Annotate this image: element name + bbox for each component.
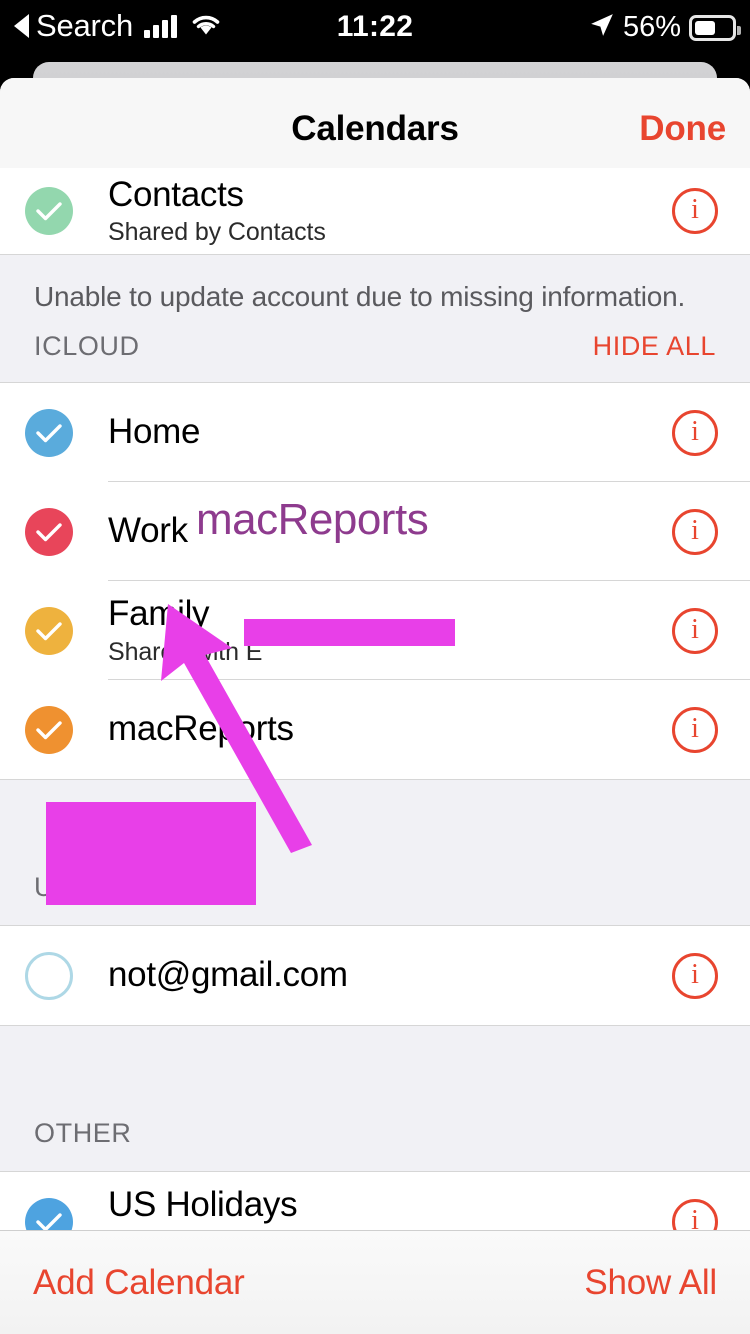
add-calendar-button[interactable]: Add Calendar [33, 1263, 245, 1303]
calendar-checkmark-icon[interactable] [25, 951, 73, 1000]
status-bar-right: 56% [589, 11, 741, 44]
battery-percent-label: 56% [622, 11, 681, 43]
section-header-icloud: ICLOUD HIDE ALL [0, 323, 750, 383]
calendar-row-text: Contacts Shared by Contacts [108, 175, 672, 248]
status-bar: Search 11:22 56% [0, 0, 750, 60]
calendar-row-text: not@gmail.com [108, 955, 672, 996]
page-title: Calendars [291, 109, 459, 148]
info-button[interactable]: i [672, 188, 718, 234]
calendar-row-text: macReports [108, 709, 672, 750]
calendar-row-family[interactable]: Family Shared with E i [0, 581, 750, 680]
section-label: OTHER [34, 1118, 132, 1148]
section-header-other: OTHER [0, 1025, 750, 1172]
calendar-name: not@gmail.com [108, 955, 348, 995]
calendar-name: macReports [108, 709, 294, 749]
calendar-row-home[interactable]: Home i [0, 383, 750, 482]
calendar-name: Contacts [108, 174, 244, 214]
calendar-row-text: Home [108, 412, 672, 453]
battery-icon [689, 14, 741, 41]
info-button[interactable]: i [672, 508, 718, 555]
bottom-toolbar: Add Calendar Show All [0, 1230, 750, 1334]
info-button[interactable]: i [672, 409, 718, 456]
info-button[interactable]: i [672, 607, 718, 654]
calendar-row-text: Family Shared with E [108, 594, 672, 667]
calendars-list[interactable]: Contacts Shared by Contacts i Unable to … [0, 168, 750, 1334]
show-all-button[interactable]: Show All [584, 1263, 717, 1303]
calendar-name: US Holidays [108, 1185, 298, 1225]
done-button[interactable]: Done [639, 109, 726, 149]
calendar-checkmark-icon[interactable] [25, 705, 73, 754]
account-error-notice: Unable to update account due to missing … [0, 254, 750, 323]
calendar-row-text: Work [108, 511, 672, 552]
calendar-checkmark-icon[interactable] [25, 408, 73, 457]
calendar-name: Family [108, 594, 210, 634]
sheet-header: Calendars Done [0, 78, 750, 181]
calendar-checkmark-icon[interactable] [25, 606, 73, 655]
section-label: ICLOUD [34, 331, 140, 361]
calendar-subtitle: Shared by Contacts [108, 218, 326, 247]
phone-screen: Search 11:22 56% Calendars Done Contacts… [0, 0, 750, 1334]
calendar-row-gmail[interactable]: not@gmail.com i [0, 926, 750, 1025]
calendar-row-contacts[interactable]: Contacts Shared by Contacts i [0, 168, 750, 254]
section-header-gmail-account: U GMAIL.COM [0, 779, 750, 926]
calendar-checkmark-icon[interactable] [25, 507, 73, 556]
hide-all-button[interactable]: HIDE ALL [593, 331, 716, 362]
calendar-name: Home [108, 412, 201, 452]
calendar-checkmark-icon[interactable] [25, 187, 73, 235]
calendar-subtitle: Shared with E [108, 637, 263, 666]
calendars-sheet: Calendars Done Contacts Shared by Contac… [0, 78, 750, 1334]
info-button[interactable]: i [672, 952, 718, 999]
calendar-row-work[interactable]: Work i [0, 482, 750, 581]
info-button[interactable]: i [672, 706, 718, 753]
calendar-name: Work [108, 511, 188, 551]
section-label: U GMAIL.COM [34, 872, 223, 902]
calendar-row-macreports[interactable]: macReports i [0, 680, 750, 779]
location-arrow-icon [589, 12, 615, 43]
